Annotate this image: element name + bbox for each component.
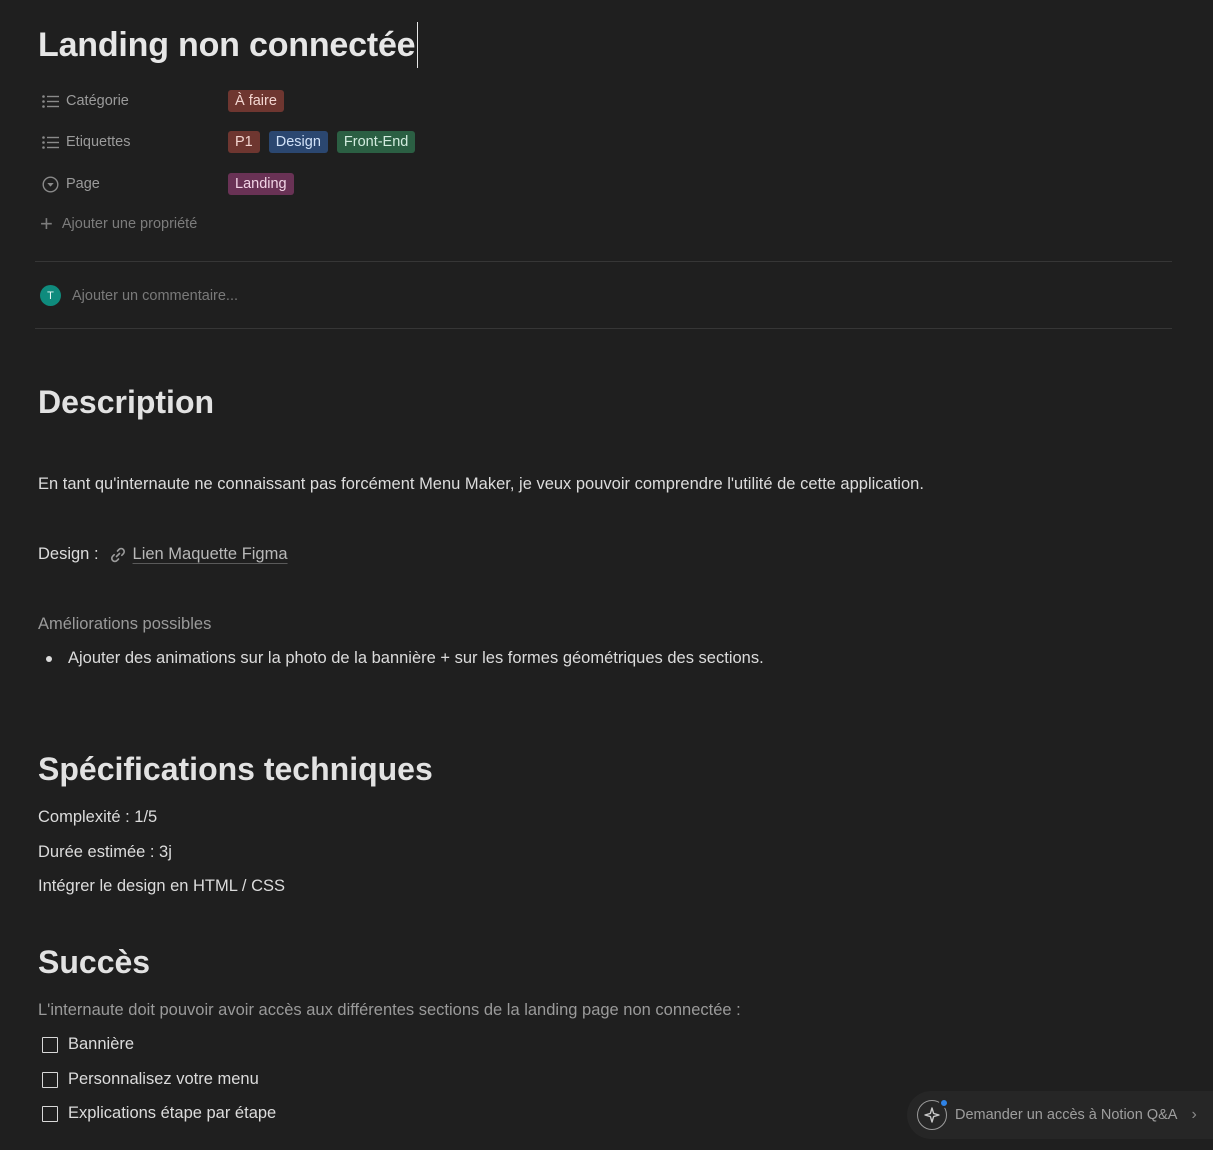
checkbox[interactable] [42, 1071, 58, 1088]
property-row-categorie[interactable]: Catégorie À faire [40, 88, 284, 114]
sparkle-icon [917, 1098, 949, 1130]
divider [35, 261, 1172, 262]
add-property-button[interactable]: + Ajouter une propriété [40, 211, 198, 236]
checkbox[interactable] [42, 1105, 58, 1122]
description-text: En tant qu'internaute ne connaissant pas… [38, 475, 924, 493]
design-link-row: Design : Lien Maquette Figma [38, 545, 288, 564]
todo-label: Bannière [68, 1035, 135, 1053]
spec-line: Durée estimée : 3j [38, 843, 172, 861]
comment-input[interactable]: Ajouter un commentaire... [72, 288, 238, 304]
spec-line: Complexité : 1/5 [38, 808, 158, 826]
heading-description: Description [38, 384, 215, 420]
heading-specs: Spécifications techniques [38, 751, 433, 787]
notion-qa-label: Demander un accès à Notion Q&A [955, 1107, 1178, 1123]
checkbox[interactable] [42, 1036, 58, 1053]
list-icon [40, 91, 60, 111]
list-item: Ajouter des animations sur la photo de l… [46, 649, 764, 668]
property-name: Catégorie [66, 93, 129, 109]
todo-item: Bannière [42, 1035, 134, 1054]
add-property-label: Ajouter une propriété [61, 216, 198, 232]
notification-dot [939, 1098, 949, 1108]
tag-landing[interactable]: Landing [228, 173, 294, 195]
figma-link-label[interactable]: Lien Maquette Figma [133, 545, 288, 564]
chevron-right-icon: › [1191, 1106, 1197, 1123]
todo-item: Explications étape par étape [42, 1104, 276, 1123]
tag-p1[interactable]: P1 [228, 131, 260, 153]
todo-item: Personnalisez votre menu [42, 1070, 259, 1089]
property-row-etiquettes[interactable]: Etiquettes P1 Design Front-End [40, 129, 416, 155]
success-intro: L'internaute doit pouvoir avoir accès au… [38, 1001, 741, 1019]
heading-success: Succès [38, 944, 151, 980]
figma-link[interactable]: Lien Maquette Figma [109, 545, 288, 564]
text-caret [417, 22, 419, 68]
tag-a-faire[interactable]: À faire [228, 90, 284, 112]
bullet-dot [46, 655, 52, 662]
improvement-text: Ajouter des animations sur la photo de l… [68, 649, 764, 667]
property-name: Etiquettes [66, 134, 131, 150]
notion-page: Landing non connectée Catégorie À faire … [0, 0, 1213, 1150]
todo-label: Personnalisez votre menu [68, 1070, 259, 1088]
link-icon [109, 546, 127, 564]
property-row-page[interactable]: Page Landing [40, 171, 294, 197]
tag-design[interactable]: Design [268, 131, 328, 153]
todo-label: Explications étape par étape [68, 1104, 277, 1122]
divider [35, 328, 1172, 329]
select-circle-icon [40, 174, 60, 194]
tag-front-end[interactable]: Front-End [336, 131, 416, 153]
page-title[interactable]: Landing non connectée [38, 26, 416, 65]
spec-line: Intégrer le design en HTML / CSS [38, 877, 286, 895]
notion-qa-button[interactable]: Demander un accès à Notion Q&A › [907, 1091, 1213, 1139]
avatar: T [40, 285, 61, 306]
comment-row[interactable]: T Ajouter un commentaire... [40, 285, 238, 306]
plus-icon: + [40, 211, 53, 236]
list-icon [40, 132, 60, 152]
improvements-label: Améliorations possibles [38, 615, 212, 633]
page-title-container[interactable]: Landing non connectée [38, 22, 419, 68]
design-label: Design : [38, 545, 99, 563]
property-name: Page [66, 176, 100, 192]
